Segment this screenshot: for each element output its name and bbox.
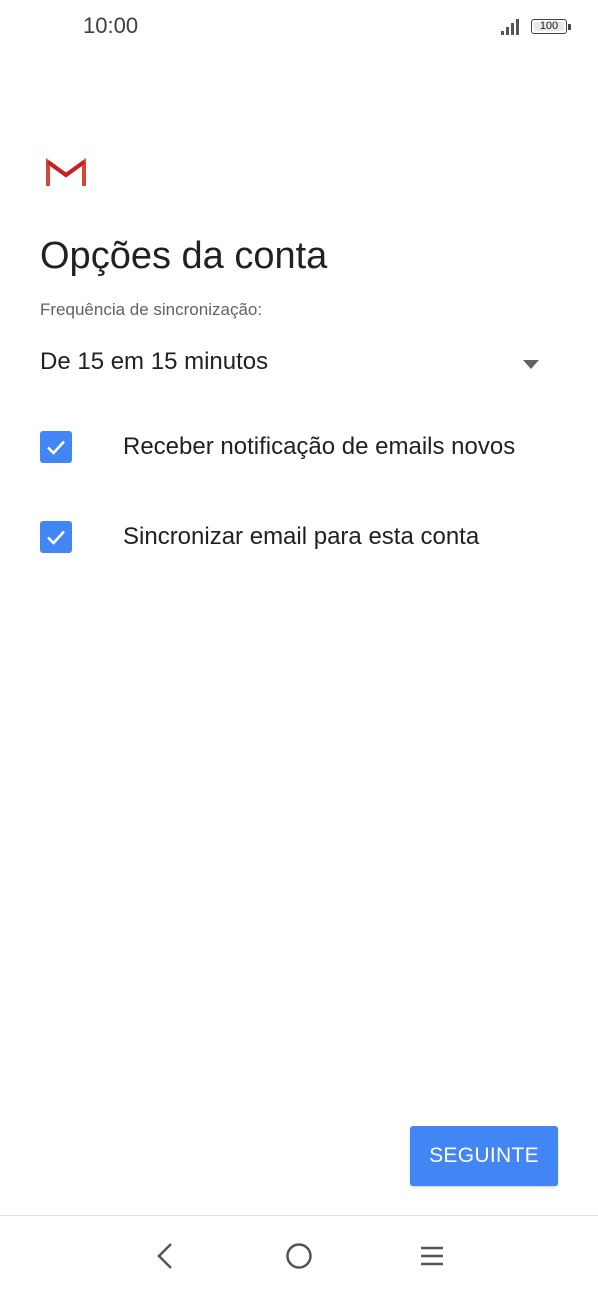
checkmark-icon — [47, 440, 65, 455]
menu-icon[interactable] — [412, 1236, 452, 1276]
sync-email-checkbox[interactable] — [40, 521, 72, 553]
checkmark-icon — [47, 530, 65, 545]
status-bar: 10:00 100 — [0, 0, 598, 56]
sync-frequency-dropdown[interactable]: De 15 em 15 minutos — [40, 340, 550, 386]
back-icon[interactable] — [146, 1236, 186, 1276]
sync-email-option[interactable]: Sincronizar email para esta conta — [40, 517, 580, 557]
battery-level: 100 — [539, 20, 559, 32]
dropdown-arrow-icon — [523, 357, 539, 369]
next-button[interactable]: SEGUINTE — [410, 1126, 558, 1186]
notify-new-emails-label: Receber notificação de emails novos — [123, 433, 516, 460]
page-title: Opções da conta — [40, 235, 328, 277]
sync-email-label: Sincronizar email para esta conta — [123, 523, 480, 550]
notify-new-emails-option[interactable]: Receber notificação de emails novos — [40, 427, 580, 467]
sync-frequency-label: Frequência de sincronização: — [40, 300, 263, 319]
navigation-bar — [0, 1216, 598, 1295]
signal-icon — [500, 17, 522, 37]
gmail-logo-icon — [46, 158, 86, 188]
notify-new-emails-checkbox[interactable] — [40, 431, 72, 463]
battery-icon: 100 — [531, 17, 573, 37]
status-time: 10:00 — [83, 13, 139, 38]
home-icon[interactable] — [279, 1236, 319, 1276]
sync-frequency-value: De 15 em 15 minutos — [40, 348, 269, 375]
